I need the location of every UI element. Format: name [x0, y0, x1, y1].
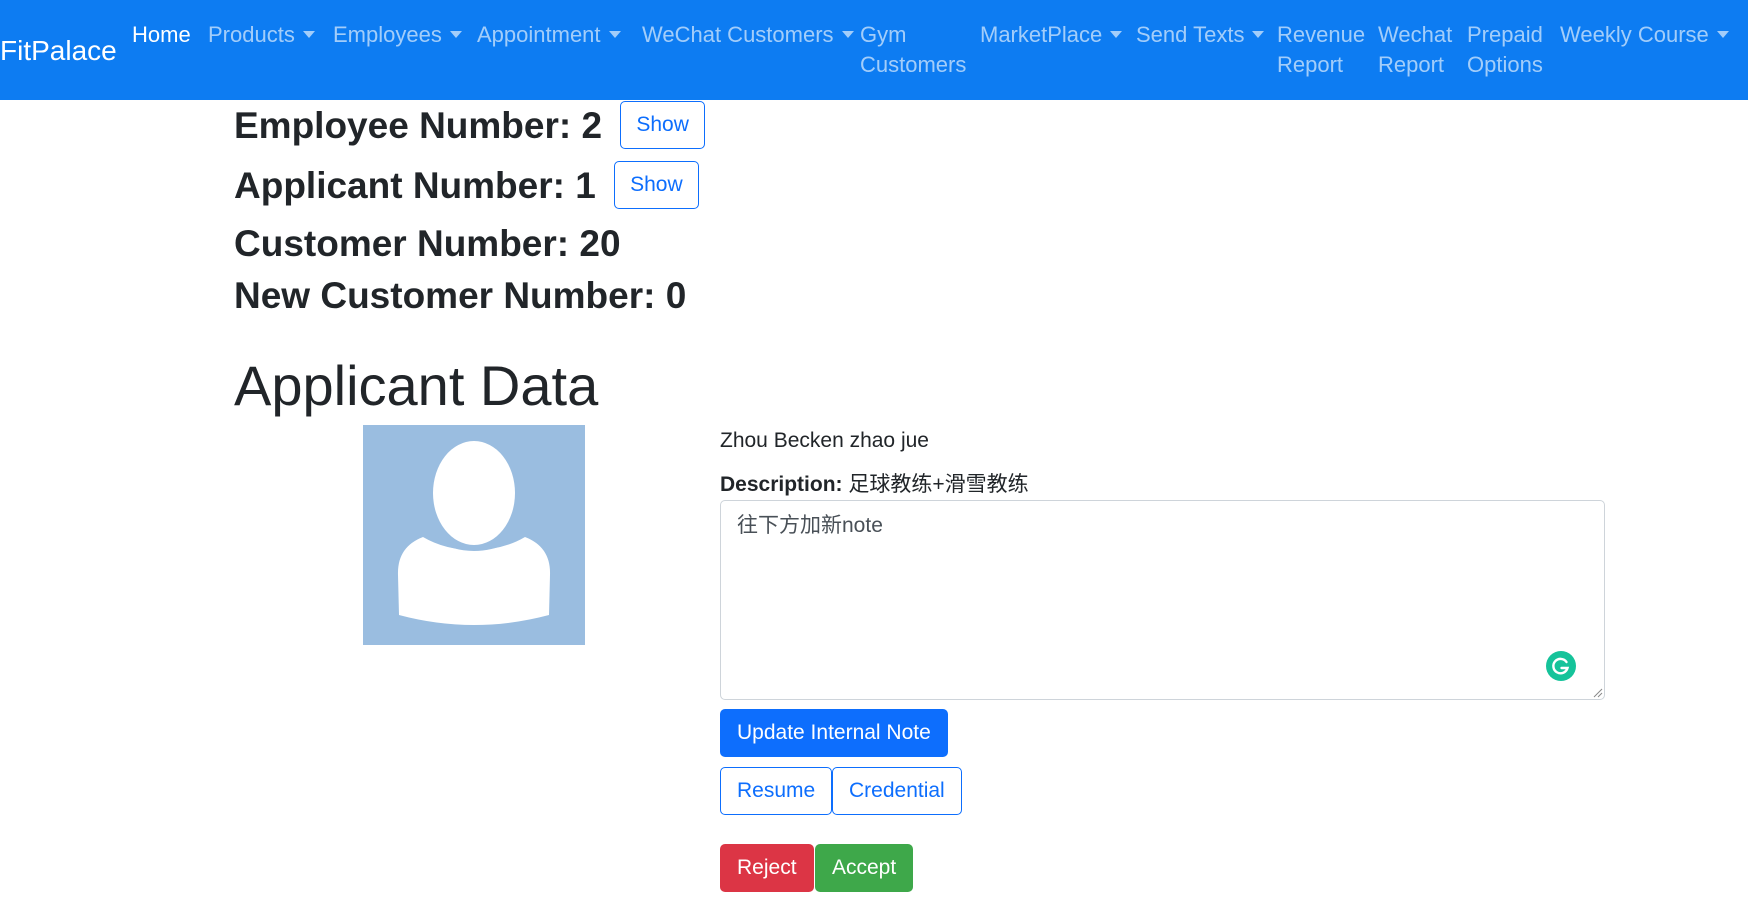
nav-products-label: Products: [208, 22, 295, 47]
description-label: Description:: [720, 473, 843, 496]
nav-wechat-customers-dropdown[interactable]: WeChat Customers: [642, 20, 854, 50]
update-internal-note-button[interactable]: Update Internal Note: [720, 709, 948, 757]
nav-wechat-report[interactable]: Wechat Report: [1378, 20, 1452, 80]
nav-employees-dropdown[interactable]: Employees: [333, 20, 462, 50]
new-customer-number-heading: New Customer Number: 0: [234, 274, 686, 318]
nav-gym-customers-line2: Customers: [860, 52, 967, 77]
description-value: 足球教练+滑雪教练: [848, 473, 1029, 496]
nav-prepaid-options-line1: Prepaid: [1467, 22, 1543, 47]
chevron-down-icon: [841, 31, 854, 38]
accept-button[interactable]: Accept: [815, 844, 914, 892]
nav-gym-customers-line1: Gym: [860, 22, 907, 47]
nav-revenue-report-line1: Revenue: [1277, 22, 1366, 47]
credential-button[interactable]: Credential: [832, 767, 962, 815]
nav-send-texts-label: Send Texts: [1136, 22, 1245, 47]
nav-appointment-label: Appointment: [477, 22, 601, 47]
nav-prepaid-options-line2: Options: [1467, 52, 1543, 77]
resume-button[interactable]: Resume: [720, 767, 833, 815]
applicant-number-heading: Applicant Number: 1 Show: [234, 161, 699, 212]
nav-wechat-report-line1: Wechat: [1378, 22, 1453, 47]
nav-prepaid-options[interactable]: Prepaid Options: [1467, 20, 1543, 80]
nav-revenue-report-line2: Report: [1277, 52, 1344, 77]
chevron-down-icon: [1252, 31, 1265, 38]
show-employees-button[interactable]: Show: [620, 101, 705, 150]
show-applicants-button[interactable]: Show: [614, 161, 699, 210]
resize-grip-icon[interactable]: [1593, 688, 1603, 698]
nav-wechat-customers-label: WeChat Customers: [642, 22, 834, 47]
employee-number-heading: Employee Number: 2 Show: [234, 101, 705, 152]
applicant-name: Zhou Becken zhao jue: [720, 429, 929, 452]
brand-logo[interactable]: FitPalace: [0, 34, 117, 68]
nav-wechat-report-line2: Report: [1378, 52, 1445, 77]
user-silhouette-icon: [397, 441, 551, 625]
nav-weekly-course-label: Weekly Course: [1560, 22, 1709, 47]
grammarly-g-icon: [1552, 657, 1570, 675]
nav-send-texts-dropdown[interactable]: Send Texts: [1136, 20, 1265, 50]
chevron-down-icon: [1716, 31, 1729, 38]
applicant-description: Description: 足球教练+滑雪教练: [720, 470, 1029, 500]
avatar: [363, 425, 585, 645]
chevron-down-icon: [302, 31, 315, 38]
nav-employees-label: Employees: [333, 22, 442, 47]
nav-gym-customers[interactable]: Gym Customers: [860, 20, 966, 80]
nav-products-dropdown[interactable]: Products: [208, 20, 315, 50]
customer-number-heading: Customer Number: 20: [234, 222, 621, 266]
nav-home-label: Home: [132, 22, 191, 47]
nav-marketplace-label: MarketPlace: [980, 22, 1103, 47]
customer-number-text: Customer Number: 20: [234, 223, 621, 264]
internal-note-textarea[interactable]: 往下方加新note: [720, 500, 1605, 700]
nav-weekly-course-dropdown[interactable]: Weekly Course: [1560, 20, 1729, 50]
nav-marketplace-dropdown[interactable]: MarketPlace: [980, 20, 1123, 50]
chevron-down-icon: [608, 31, 621, 38]
nav-appointment-dropdown[interactable]: Appointment: [477, 20, 621, 50]
applicant-data-title: Applicant Data: [234, 354, 599, 417]
chevron-down-icon: [1110, 31, 1123, 38]
employee-number-text: Employee Number: 2: [234, 105, 603, 146]
new-customer-number-text: New Customer Number: 0: [234, 275, 687, 316]
grammarly-icon[interactable]: [1546, 651, 1576, 681]
reject-button[interactable]: Reject: [720, 844, 814, 892]
chevron-down-icon: [449, 31, 462, 38]
applicant-number-text: Applicant Number: 1: [234, 165, 596, 206]
top-navbar: FitPalace Home Products Employees Appoin…: [0, 0, 1748, 100]
nav-home[interactable]: Home: [132, 20, 191, 50]
nav-revenue-report[interactable]: Revenue Report: [1277, 20, 1365, 80]
